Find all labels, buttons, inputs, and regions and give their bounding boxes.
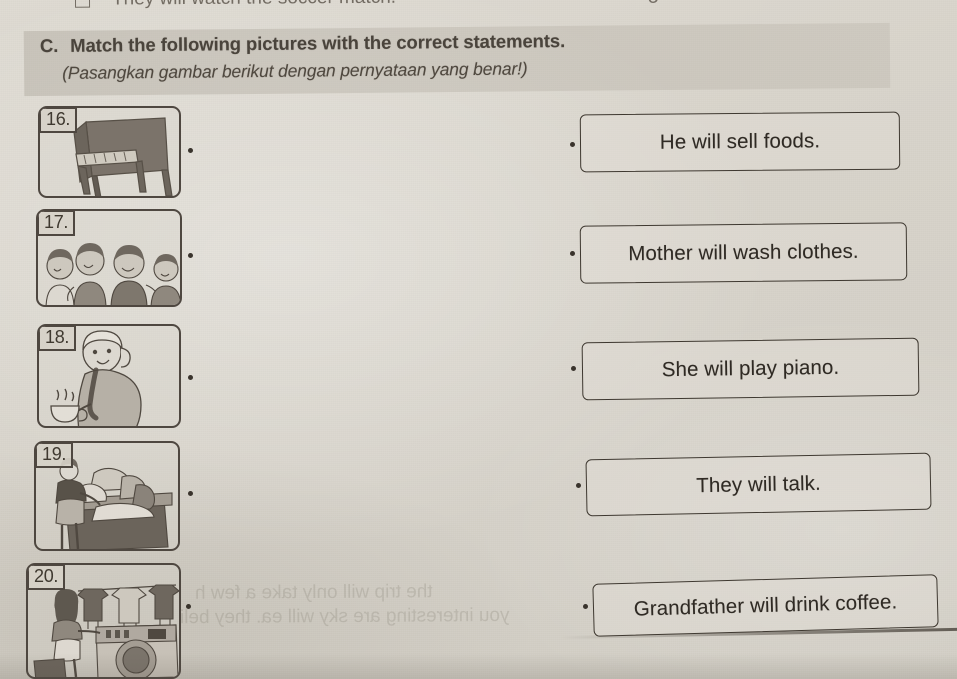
connector-dot-19[interactable] [188,491,193,496]
statement-connector-dot-5[interactable] [583,604,588,609]
statement-connector-dot-2[interactable] [570,251,575,256]
picture-number-18: 18. [39,326,77,351]
statement-text-3: She will play piano. [661,355,840,382]
picture-card-17[interactable]: 17. [36,209,182,307]
connector-dot-16[interactable] [188,148,193,153]
statement-box-1[interactable]: He will sell foods. [579,111,901,173]
instruction-english: Match the following pictures with the co… [70,30,566,56]
statement-box-5[interactable]: Grandfather will drink coffee. [592,574,939,637]
bleed-through-line-b: you interesting are sky will ea. they be… [179,604,510,629]
statement-text-2: Mother will wash clothes. [628,239,859,266]
picture-number-20: 20. [28,565,66,590]
section-letter: C. [39,34,59,57]
bleed-through-line-a: the trip will only take a few h [194,581,433,604]
connector-dot-18[interactable] [188,375,193,380]
picture-number-19: 19. [36,443,74,468]
cut-off-text: They will watch the soccer match. [112,0,396,10]
picture-number-17: 17. [38,211,76,236]
statement-connector-dot-1[interactable] [570,142,575,147]
picture-card-18[interactable]: 18. [37,324,181,428]
statement-box-3[interactable]: She will play piano. [581,337,920,401]
statement-text-4: They will talk. [696,471,821,497]
instruction-text-group: C. Match the following pictures with the… [40,27,900,84]
statement-connector-dot-3[interactable] [571,366,576,371]
connector-dot-20[interactable] [186,604,191,609]
picture-card-20[interactable]: 20. [26,563,181,679]
statement-text-5: Grandfather will drink coffee. [633,589,898,621]
statement-box-4[interactable]: They will talk. [585,452,932,517]
picture-card-19[interactable]: 19. [34,441,180,551]
connector-dot-17[interactable] [188,253,193,258]
cut-off-number: 5 [648,0,659,9]
statement-connector-dot-4[interactable] [576,483,581,488]
statement-box-2[interactable]: Mother will wash clothes. [579,222,908,284]
checkbox-icon [74,0,91,8]
picture-number-16: 16. [40,108,78,133]
statement-text-1: He will sell foods. [659,129,821,154]
worksheet-page: They will watch the soccer match. 5 C. M… [0,0,957,679]
picture-card-16[interactable]: 16. [38,106,181,198]
cut-off-previous-line: They will watch the soccer match. 5 [0,0,957,14]
